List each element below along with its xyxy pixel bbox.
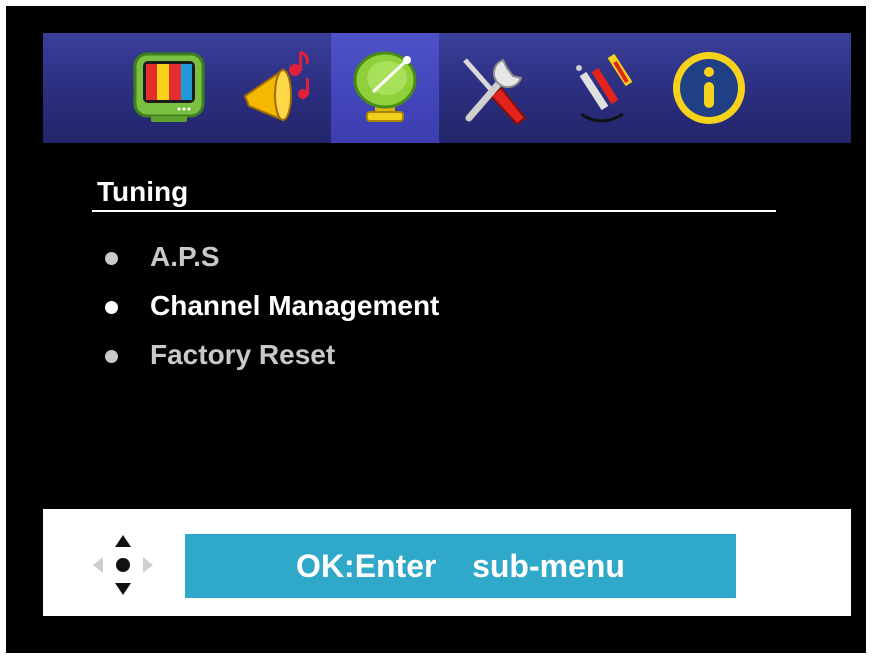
satellite-dish-icon bbox=[353, 51, 417, 122]
tab-setup[interactable] bbox=[439, 33, 547, 143]
tab-input[interactable] bbox=[547, 33, 655, 143]
tab-info[interactable] bbox=[655, 33, 763, 143]
tab-tuning[interactable] bbox=[331, 33, 439, 143]
dpad-icon bbox=[93, 535, 153, 595]
osd-screen: Tuning A.P.S Channel Management Factory … bbox=[6, 6, 866, 653]
bullet-icon bbox=[105, 301, 118, 314]
menu-title: Tuning bbox=[97, 176, 189, 207]
speaker-icon bbox=[243, 50, 309, 122]
av-cable-icon bbox=[576, 53, 633, 123]
info-icon bbox=[673, 52, 745, 124]
help-hint: OK:Enter sub-menu bbox=[185, 534, 736, 598]
footer-bar: OK:Enter sub-menu bbox=[43, 509, 851, 616]
bullet-icon bbox=[105, 252, 118, 265]
tab-picture[interactable] bbox=[115, 33, 223, 143]
help-hint-text: OK:Enter sub-menu bbox=[296, 548, 625, 584]
bullet-icon bbox=[105, 350, 118, 363]
tab-sound[interactable] bbox=[223, 33, 331, 143]
menu-item-label: A.P.S bbox=[150, 241, 220, 272]
tools-icon bbox=[463, 58, 527, 126]
menu-item-label: Channel Management bbox=[150, 290, 440, 321]
tv-icon bbox=[133, 52, 205, 122]
title-underline bbox=[92, 210, 776, 212]
menu-item-label: Factory Reset bbox=[150, 339, 336, 370]
menu-icon-bar bbox=[43, 33, 851, 143]
